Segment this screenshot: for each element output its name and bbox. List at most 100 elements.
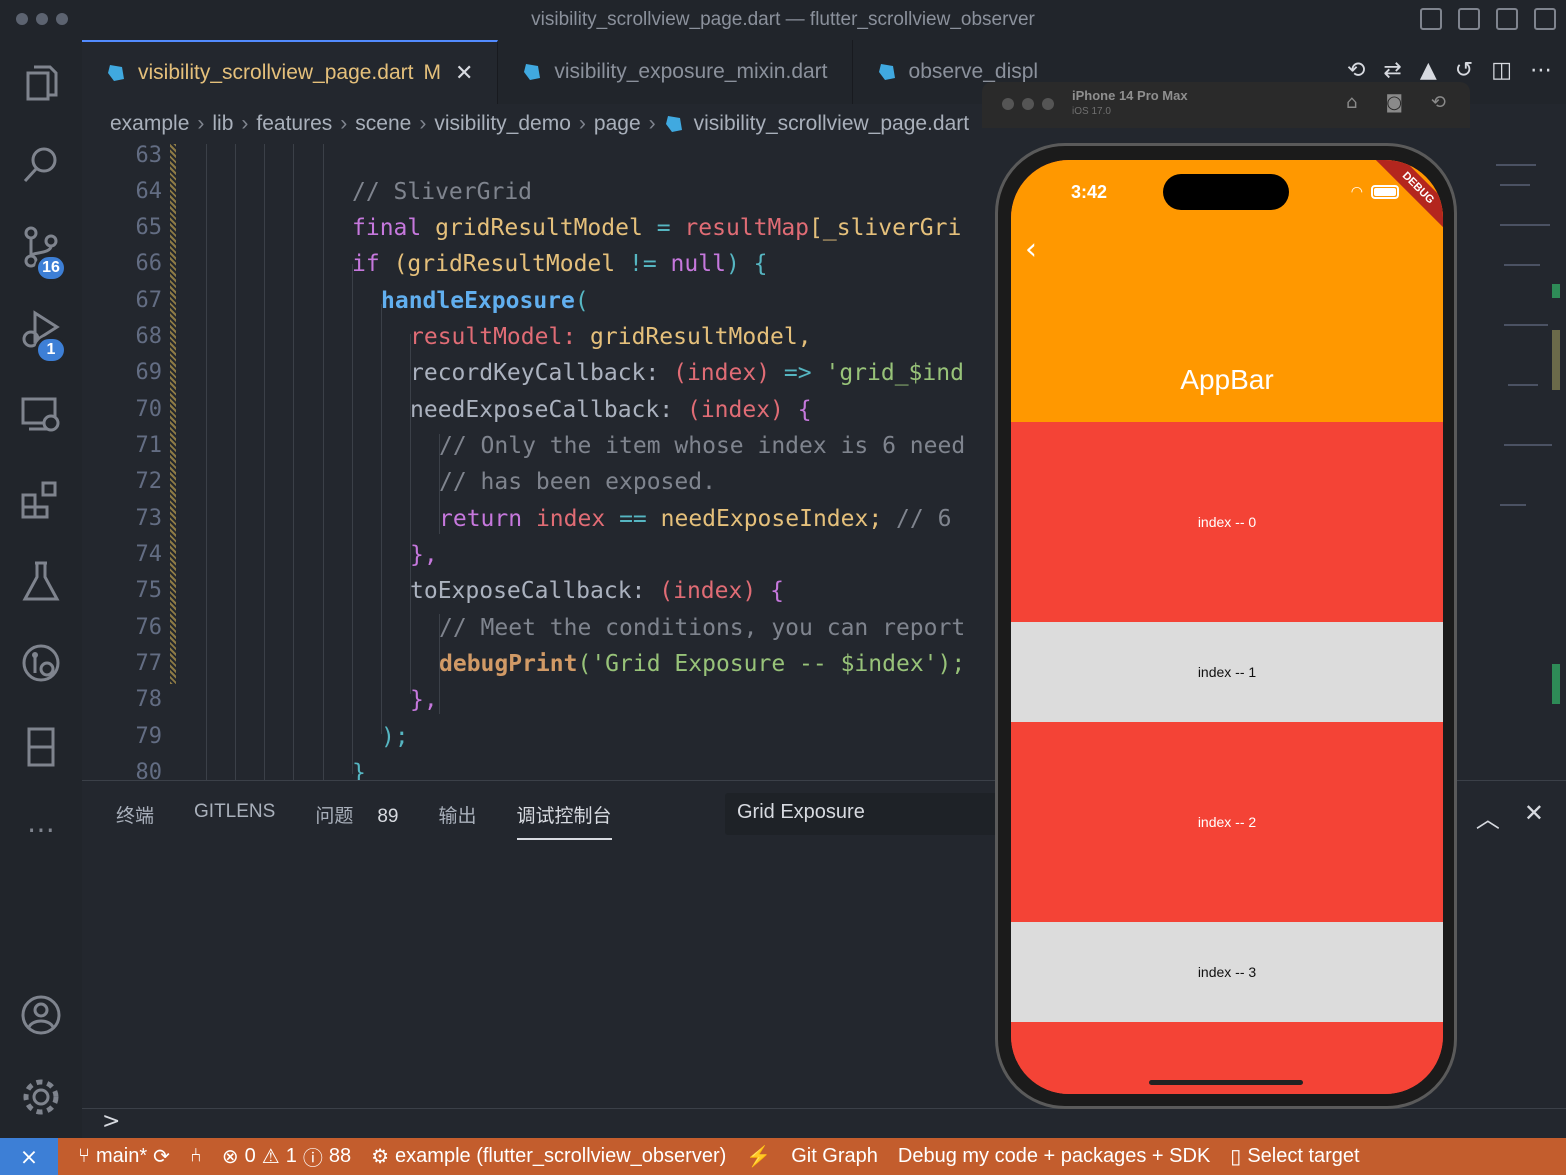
- code-token: index: [535, 506, 606, 532]
- maximize-panel-icon[interactable]: ︿: [1476, 799, 1500, 834]
- code-token: debugPrint: [439, 651, 578, 677]
- breadcrumb-item[interactable]: example: [110, 112, 189, 136]
- code-token: 'grid_$ind: [825, 360, 964, 386]
- debug-mode-button[interactable]: Debug my code + packages + SDK: [898, 1145, 1210, 1168]
- code-token: recordKeyCallback:: [410, 360, 660, 386]
- dart-file-icon: [878, 64, 895, 80]
- simulator-device-name: iPhone 14 Pro Max: [1072, 88, 1188, 103]
- window-controls: [16, 13, 68, 25]
- remote-indicator-icon[interactable]: ⨯: [0, 1138, 58, 1175]
- remote-explorer-icon[interactable]: [0, 374, 82, 456]
- list-item[interactable]: index -- 3: [1011, 922, 1443, 1022]
- activity-bar: 16 1 ⋯: [0, 40, 82, 1138]
- close-panel-icon[interactable]: ✕: [1524, 799, 1544, 834]
- breadcrumb-item[interactable]: page: [594, 112, 641, 136]
- tab-visibility-exposure-mixin[interactable]: visibility_exposure_mixin.dart: [498, 40, 853, 104]
- accounts-icon[interactable]: [0, 974, 82, 1056]
- run-debug-icon[interactable]: 1: [0, 288, 82, 370]
- more-actions-icon[interactable]: ⋯: [1530, 58, 1552, 83]
- zoom-window-button[interactable]: [56, 13, 68, 25]
- zoom-window-button[interactable]: [1042, 98, 1054, 110]
- rotate-icon[interactable]: ⟲: [1431, 92, 1446, 113]
- sync-icon[interactable]: ⟳: [153, 1144, 170, 1169]
- console-prompt-icon: >: [102, 1109, 121, 1134]
- phone-screen[interactable]: 3:42 ◠ ‹ AppBar DEBUG index -- 0 index -…: [1011, 160, 1443, 1094]
- status-icons: ◠: [1351, 184, 1399, 200]
- chevron-right-icon: ›: [197, 112, 205, 135]
- more-icon[interactable]: ⋯: [0, 788, 82, 870]
- gitlens-icon[interactable]: [0, 622, 82, 704]
- select-target-label: Select target: [1247, 1145, 1360, 1167]
- code-token: needExposeCallback:: [410, 397, 674, 423]
- back-chevron-icon[interactable]: ‹: [1025, 232, 1037, 267]
- tab-label: observe_displ: [908, 60, 1039, 83]
- tab-terminal[interactable]: 终端: [116, 797, 154, 840]
- debug-console-input[interactable]: >: [82, 1108, 1566, 1138]
- battery-icon: [1371, 185, 1399, 199]
- breadcrumb-item[interactable]: lib: [212, 112, 233, 136]
- breadcrumb-item[interactable]: visibility_scrollview_page.dart: [694, 112, 969, 136]
- breadcrumb-item[interactable]: visibility_demo: [434, 112, 571, 136]
- breadcrumb-item[interactable]: features: [256, 112, 332, 136]
- screenshot-icon[interactable]: ◙: [1385, 92, 1402, 113]
- title-bar: visibility_scrollview_page.dart — flutte…: [0, 0, 1566, 40]
- layout-controls: [1420, 8, 1556, 30]
- search-icon[interactable]: [0, 124, 82, 206]
- scm-badge: 16: [35, 254, 67, 282]
- code-token: final: [352, 215, 422, 241]
- hot-reload-icon[interactable]: ⚡: [746, 1144, 771, 1169]
- breadcrumb-item[interactable]: scene: [355, 112, 411, 136]
- toggle-secondary-sidebar-icon[interactable]: [1496, 8, 1518, 30]
- customize-layout-icon[interactable]: [1534, 8, 1556, 30]
- code-token: },: [410, 687, 438, 713]
- testing-flask-icon[interactable]: [0, 540, 82, 622]
- problems-indicator[interactable]: ⊗ 0 ⚠ 1 ⓘ 88: [222, 1142, 351, 1171]
- debug-target-indicator[interactable]: ⚙ example (flutter_scrollview_observer): [371, 1144, 726, 1169]
- settings-gear-icon[interactable]: [0, 1056, 82, 1138]
- simulator-window-controls: [1002, 98, 1054, 110]
- compare-changes-icon[interactable]: ⇄: [1383, 58, 1401, 83]
- tab-gitlens[interactable]: GITLENS: [194, 797, 275, 840]
- line-number: 63: [135, 144, 163, 168]
- list-item[interactable]: index -- 0: [1011, 422, 1443, 622]
- split-editor-icon[interactable]: ◫: [1491, 58, 1512, 83]
- close-tab-button[interactable]: ✕: [455, 60, 473, 86]
- app-bar-title: AppBar: [1180, 364, 1274, 395]
- select-target-button[interactable]: ▯ Select target: [1230, 1144, 1359, 1169]
- list-item[interactable]: index -- 1: [1011, 622, 1443, 722]
- minimize-window-button[interactable]: [1022, 98, 1034, 110]
- home-icon[interactable]: ⌂: [1346, 92, 1357, 113]
- list-item[interactable]: index -- 2: [1011, 722, 1443, 922]
- minimize-window-button[interactable]: [36, 13, 48, 25]
- device-icon[interactable]: [0, 706, 82, 788]
- explorer-icon[interactable]: [0, 42, 82, 124]
- minimap[interactable]: [1486, 144, 1566, 780]
- close-window-button[interactable]: [1002, 98, 1014, 110]
- tab-visibility-scrollview-page[interactable]: visibility_scrollview_page.dart M ✕: [82, 40, 499, 104]
- git-graph-icon-button[interactable]: ⑃: [190, 1145, 202, 1168]
- warning-icon: ⚠: [261, 1146, 280, 1168]
- toggle-panel-icon[interactable]: [1458, 8, 1480, 30]
- code-token: (index): [673, 360, 771, 386]
- history-icon[interactable]: ⟲: [1347, 58, 1365, 83]
- code-token: null: [670, 251, 726, 277]
- gitlens-inspect-icon[interactable]: ▲: [1420, 58, 1437, 83]
- debug-console-filter-input[interactable]: Grid Exposure: [725, 793, 1005, 835]
- toggle-primary-sidebar-icon[interactable]: [1420, 8, 1442, 30]
- home-indicator[interactable]: [1149, 1080, 1303, 1085]
- tab-debug-console[interactable]: 调试控制台: [516, 797, 612, 840]
- revert-icon[interactable]: ↺: [1455, 58, 1473, 83]
- source-control-icon[interactable]: 16: [0, 206, 82, 288]
- tab-label: visibility_exposure_mixin.dart: [554, 60, 828, 83]
- code-token: =>: [783, 360, 812, 386]
- tab-output[interactable]: 输出: [438, 797, 476, 840]
- extensions-icon[interactable]: [0, 458, 82, 540]
- branch-indicator[interactable]: ⑂ main* ⟳: [78, 1144, 170, 1169]
- git-branch-icon: ⑂: [78, 1145, 90, 1167]
- close-window-button[interactable]: [16, 13, 28, 25]
- app-bar: 3:42 ◠ ‹ AppBar DEBUG: [1011, 160, 1443, 422]
- editor-toolbar: ⟲ ⇄ ▲ ↺ ◫ ⋯: [1347, 58, 1552, 83]
- code-token: );: [381, 724, 409, 750]
- git-graph-button[interactable]: Git Graph: [791, 1145, 878, 1168]
- tab-problems[interactable]: 问题 89: [315, 797, 398, 840]
